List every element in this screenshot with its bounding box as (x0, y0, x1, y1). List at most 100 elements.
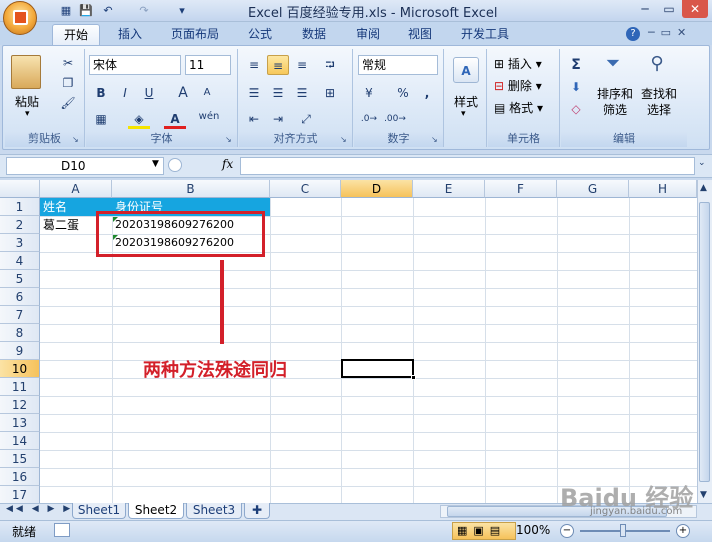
decrease-indent-icon[interactable]: ⇤ (243, 109, 265, 129)
quick-access-dropdown-icon[interactable]: ▾ (174, 3, 190, 18)
restore-button[interactable]: ▭ (656, 0, 682, 18)
close-button[interactable]: ✕ (682, 0, 708, 18)
save-icon[interactable]: 💾 (78, 3, 94, 18)
insert-cells-button[interactable]: ⊞ 插入 ▾ (494, 55, 542, 72)
shrink-font-button[interactable]: A (196, 83, 218, 103)
row-header-14[interactable]: 14 (0, 432, 40, 450)
find-select-icon[interactable]: ⚲ (643, 53, 671, 79)
name-box-dropdown-icon[interactable]: ▼ (152, 159, 159, 169)
view-buttons[interactable]: ▦▣▤ (452, 522, 516, 540)
font-name-select[interactable]: 宋体 (89, 55, 181, 75)
currency-icon[interactable]: ¥ (358, 83, 380, 103)
increase-indent-icon[interactable]: ⇥ (267, 109, 289, 129)
column-header-a[interactable]: A (40, 180, 112, 198)
row-header-12[interactable]: 12 (0, 396, 40, 414)
row-header-4[interactable]: 4 (0, 252, 40, 270)
align-right-icon[interactable]: ☰ (291, 83, 313, 103)
align-bottom-icon[interactable]: ≡ (291, 55, 313, 75)
comma-button[interactable]: , (416, 83, 438, 103)
find-select-label-1[interactable]: 查找和 (639, 85, 679, 102)
format-painter-icon[interactable]: 🖌 (57, 93, 79, 113)
sheet-tab-3[interactable]: Sheet3 (186, 503, 242, 519)
zoom-out-icon[interactable]: − (560, 524, 574, 538)
minimize-button[interactable]: ─ (632, 0, 658, 18)
increase-decimal-icon[interactable]: .0→ (358, 109, 380, 129)
orientation-icon[interactable]: ⤢ (295, 109, 317, 129)
tab-home[interactable]: 开始 (52, 24, 100, 45)
column-header-f[interactable]: F (485, 180, 557, 198)
paste-icon[interactable] (11, 55, 41, 89)
delete-cells-button[interactable]: ⊟ 删除 ▾ (494, 77, 542, 94)
alignment-launcher-icon[interactable]: ↘ (340, 135, 349, 144)
undo-icon[interactable]: ↶ (100, 3, 116, 18)
column-header-d[interactable]: D (341, 180, 413, 198)
vertical-scroll-thumb[interactable] (699, 202, 710, 482)
borders-icon[interactable]: ▦ (90, 109, 112, 129)
help-icon[interactable]: ? (626, 27, 640, 41)
number-launcher-icon[interactable]: ↘ (431, 135, 440, 144)
row-header-1[interactable]: 1 (0, 198, 40, 216)
font-size-select[interactable]: 11 (185, 55, 231, 75)
styles-icon[interactable]: A (453, 57, 479, 83)
tab-review[interactable]: 审阅 (346, 24, 390, 45)
zoom-level[interactable]: 100% (516, 523, 550, 537)
tab-page-layout[interactable]: 页面布局 (162, 24, 228, 45)
sort-filter-label-1[interactable]: 排序和 (595, 85, 635, 102)
autosum-button[interactable]: Σ (565, 55, 587, 75)
font-color-icon[interactable]: A (164, 109, 186, 129)
row-header-5[interactable]: 5 (0, 270, 40, 288)
sort-filter-icon[interactable]: ⏷ (599, 53, 627, 79)
align-center-icon[interactable]: ☰ (267, 83, 289, 103)
underline-button[interactable]: U (138, 83, 160, 103)
tab-developer[interactable]: 开发工具 (452, 24, 518, 45)
align-middle-icon[interactable]: ≡ (267, 55, 289, 75)
paste-label[interactable]: 粘贴 (9, 93, 45, 110)
row-header-8[interactable]: 8 (0, 324, 40, 342)
name-box[interactable]: D10 (6, 157, 164, 175)
row-header-6[interactable]: 6 (0, 288, 40, 306)
align-left-icon[interactable]: ☰ (243, 83, 265, 103)
italic-button[interactable]: I (114, 83, 136, 103)
column-header-h[interactable]: H (629, 180, 697, 198)
column-header-b[interactable]: B (112, 180, 270, 198)
row-header-11[interactable]: 11 (0, 378, 40, 396)
macro-record-icon[interactable] (54, 523, 70, 537)
phonetic-wen-button[interactable]: wén (198, 107, 220, 127)
formula-input[interactable] (240, 157, 695, 175)
sheet-tab-1[interactable]: Sheet1 (72, 503, 126, 519)
insert-function-button[interactable]: fx (222, 157, 233, 171)
row-header-17[interactable]: 17 (0, 486, 40, 503)
row-header-9[interactable]: 9 (0, 342, 40, 360)
copy-icon[interactable]: ❐ (57, 73, 79, 93)
fill-handle[interactable] (411, 375, 416, 380)
merge-center-icon[interactable]: ⊞ (319, 83, 341, 103)
column-header-c[interactable]: C (270, 180, 341, 198)
column-header-e[interactable]: E (413, 180, 485, 198)
fill-icon[interactable]: ⬇ (565, 77, 587, 97)
number-format-select[interactable]: 常规 (358, 55, 438, 75)
sort-filter-label-2[interactable]: 筛选 (595, 101, 635, 118)
cut-icon[interactable]: ✂ (57, 53, 79, 73)
tab-insert[interactable]: 插入 (108, 24, 152, 45)
expand-formula-bar-icon[interactable]: ⌄ (698, 158, 706, 168)
column-header-g[interactable]: G (557, 180, 629, 198)
office-button[interactable] (3, 1, 37, 35)
zoom-slider-thumb[interactable] (620, 524, 626, 537)
row-header-13[interactable]: 13 (0, 414, 40, 432)
styles-dropdown-icon[interactable]: ▾ (461, 109, 466, 119)
row-header-10[interactable]: 10 (0, 360, 40, 378)
ribbon-window-controls[interactable]: ─▭✕ (648, 26, 692, 39)
percent-button[interactable]: % (392, 83, 414, 103)
grow-font-button[interactable]: A (172, 83, 194, 103)
find-select-label-2[interactable]: 选择 (639, 101, 679, 118)
zoom-in-icon[interactable]: + (676, 524, 690, 538)
tab-view[interactable]: 视图 (398, 24, 442, 45)
row-header-3[interactable]: 3 (0, 234, 40, 252)
wrap-text-icon[interactable]: ⮒ (319, 55, 341, 75)
scroll-up-icon[interactable]: ▲ (700, 183, 707, 193)
clear-icon[interactable]: ◇ (565, 99, 587, 119)
format-cells-button[interactable]: ▤ 格式 ▾ (494, 99, 543, 116)
redo-icon[interactable]: ↷ (136, 3, 152, 18)
formula-bar-handle-icon[interactable] (168, 158, 182, 172)
font-launcher-icon[interactable]: ↘ (225, 135, 234, 144)
